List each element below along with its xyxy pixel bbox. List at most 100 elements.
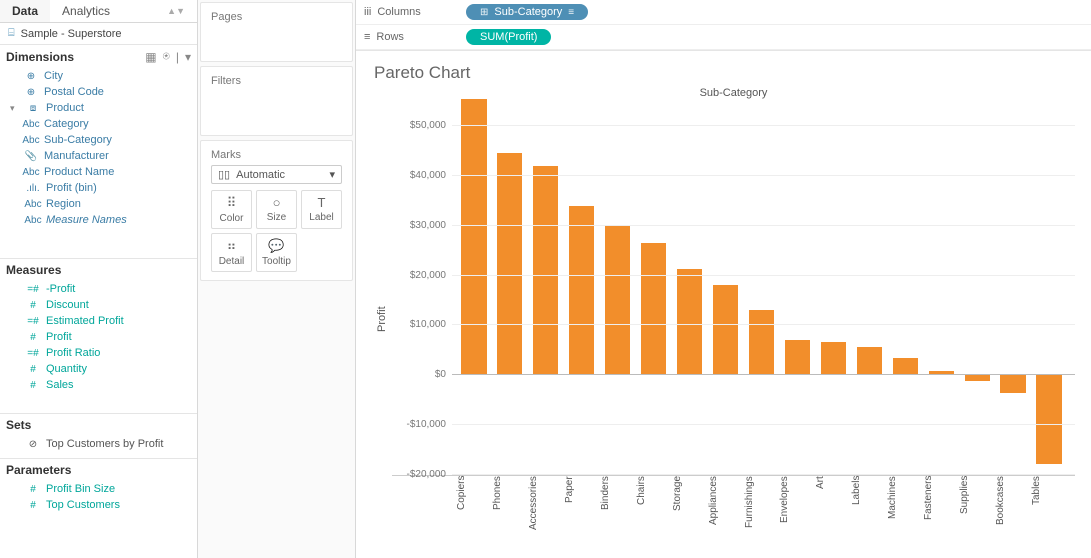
parameters-list: #Profit Bin Size # Top Customers [0,481,197,521]
dimensions-label: Dimensions [6,50,74,64]
globe-icon: ⊕ [22,71,40,82]
field-region[interactable]: AbcRegion [0,196,197,212]
pages-label: Pages [211,11,342,23]
pages-shelf[interactable]: Pages [200,2,353,62]
field-product-name[interactable]: AbcProduct Name [0,164,197,180]
field-label: Sales [46,379,74,391]
mark-size-button[interactable]: ○Size [256,190,297,229]
dimensions-list: ⊕City⊕Postal Code▾⧈ProductAbcCategoryAbc… [0,68,197,258]
field-label: Top Customers [46,499,120,511]
hash-icon: # [24,332,42,343]
eqhash-icon: =# [24,284,42,295]
chart: Profit Sub-Category -$20,000-$10,000$0$1… [372,85,1075,554]
eqhash-icon: =# [24,348,42,359]
clip-icon: 📎 [22,151,40,162]
mark-tooltip-button[interactable]: 💬Tooltip [256,233,297,272]
size-icon: ○ [259,195,294,210]
hash-icon: # [24,364,42,375]
search-icon[interactable]: ⍟ [163,49,170,64]
field-label: Estimated Profit [46,315,124,327]
field-profit[interactable]: #Profit [0,329,197,345]
filters-shelf[interactable]: Filters [200,66,353,136]
y-tick-label: $0 [394,369,446,380]
marks-type-select[interactable]: ▯▯ Automatic ▾ [211,165,342,184]
datasource-row[interactable]: ⌸ Sample - Superstore [0,23,197,44]
bar-phones[interactable] [492,101,528,475]
bar-art[interactable] [815,101,851,475]
bar-copiers[interactable] [456,101,492,475]
field-discount[interactable]: #Discount [0,297,197,313]
y-tick-label: $30,000 [394,220,446,231]
hash-icon: # [24,500,42,511]
bar-appliances[interactable] [708,101,744,475]
field-profit-bin-size[interactable]: #Profit Bin Size [0,481,197,497]
tab-analytics[interactable]: Analytics ▲▼ [50,0,197,22]
field-manufacturer[interactable]: 📎 Manufacturer [0,148,197,164]
tab-data[interactable]: Data [0,0,50,22]
abc-icon: Abc [24,199,42,210]
tab-analytics-label: Analytics [62,4,110,18]
parameters-header: Parameters [0,458,197,481]
columns-shelf[interactable]: iiiColumns ⊞ Sub-Category ≡ [356,0,1091,25]
bar-envelopes[interactable] [779,101,815,475]
field-profit-bin-[interactable]: .ılı.Profit (bin) [0,180,197,196]
x-tick-label: Paper [564,476,600,554]
field-top-customers[interactable]: # Top Customers [0,497,197,513]
bar-tables[interactable] [1031,101,1067,475]
field-sales[interactable]: #Sales [0,377,197,393]
venn-icon: ⊘ [24,439,42,450]
bar-accessories[interactable] [528,101,564,475]
field-label: Manufacturer [44,150,109,162]
bar-bookcases[interactable] [995,101,1031,475]
rows-shelf[interactable]: ≡Rows SUM(Profit) [356,25,1091,50]
field-estimated-profit[interactable]: =#Estimated Profit [0,313,197,329]
bar-supplies[interactable] [959,101,995,475]
field-measure-names[interactable]: AbcMeasure Names [0,212,197,228]
sheet-title[interactable]: Pareto Chart [374,63,1075,83]
field-label: Top Customers by Profit [46,438,163,450]
bar-icon: ▯▯ [218,168,230,181]
field-label: Quantity [46,363,87,375]
bar-machines[interactable] [887,101,923,475]
mark-color-button[interactable]: ⠿Color [211,190,252,229]
field-label: Discount [46,299,89,311]
x-tick-label: Chairs [636,476,672,554]
gridline: $10,000 [452,324,1075,325]
field-sub-category[interactable]: AbcSub-Category [0,132,197,148]
worksheet: iiiColumns ⊞ Sub-Category ≡ ≡Rows SUM(Pr… [356,0,1091,558]
rows-pill[interactable]: SUM(Profit) [466,29,551,45]
view-mode-icon[interactable]: ▦ [145,50,156,64]
field--profit[interactable]: =#-Profit [0,281,197,297]
x-labels: CopiersPhonesAccessoriesPaperBindersChai… [456,476,1067,554]
bar-fasteners[interactable] [923,101,959,475]
field-category[interactable]: AbcCategory [0,116,197,132]
menu-icon[interactable]: ▾ [185,50,191,64]
plot-body[interactable]: -$20,000-$10,000$0$10,000$20,000$30,000$… [392,101,1075,476]
field-product[interactable]: ▾⧈Product [0,100,197,116]
plot: Sub-Category -$20,000-$10,000$0$10,000$2… [392,85,1075,554]
filters-label: Filters [211,75,342,87]
field-city[interactable]: ⊕City [0,68,197,84]
bar-storage[interactable] [672,101,708,475]
field-profit-ratio[interactable]: =#Profit Ratio [0,345,197,361]
columns-icon: iii [364,6,371,18]
expand-icon[interactable]: ▾ [10,103,20,114]
bar-furnishings[interactable] [744,101,780,475]
field-quantity[interactable]: # Quantity [0,361,197,377]
y-tick-label: $50,000 [394,120,446,131]
mark-detail-button[interactable]: ⠶Detail [211,233,252,272]
measures-label: Measures [6,263,61,277]
plus-icon: ⊞ [480,7,488,18]
gridline: -$10,000 [452,424,1075,425]
field-postal-code[interactable]: ⊕Postal Code [0,84,197,100]
field-top-customers-by-profit[interactable]: ⊘ Top Customers by Profit [0,436,197,452]
bar-chairs[interactable] [636,101,672,475]
bar-labels[interactable] [851,101,887,475]
field-label: Postal Code [44,86,104,98]
bar-binders[interactable] [600,101,636,475]
mark-buttons: ⠿Color○SizeTLabel ⠶Detail💬Tooltip [211,190,342,272]
columns-pill[interactable]: ⊞ Sub-Category ≡ [466,4,588,20]
gridline: -$20,000 [452,474,1075,475]
mark-label-button[interactable]: TLabel [301,190,342,229]
bar-paper[interactable] [564,101,600,475]
